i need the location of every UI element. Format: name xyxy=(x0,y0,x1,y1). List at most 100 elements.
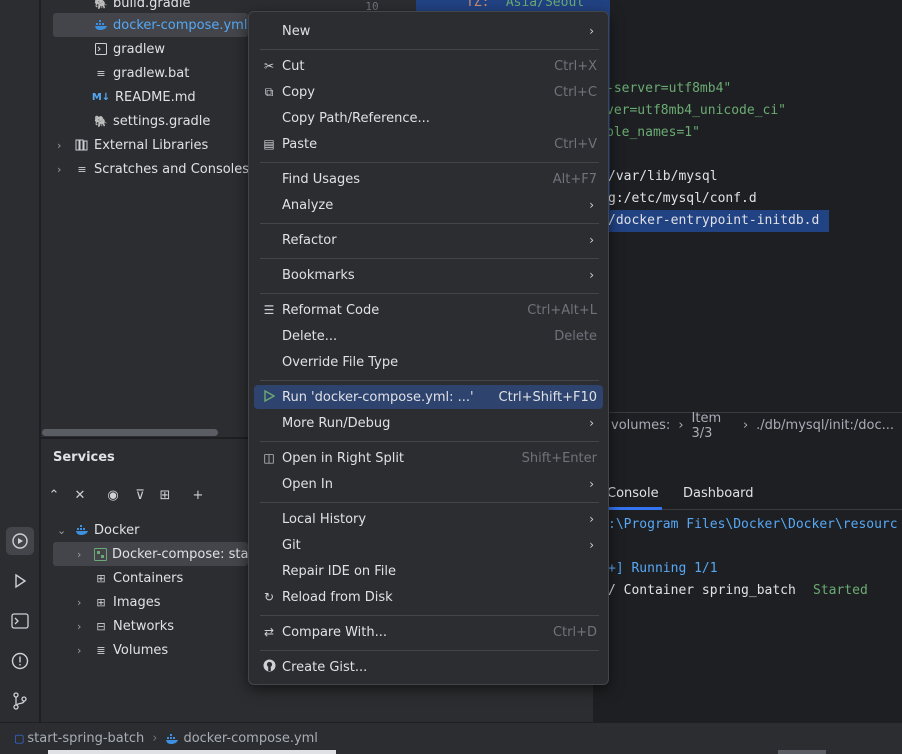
tree-item-docker-compose[interactable]: docker-compose.yml xyxy=(53,13,248,37)
compare-icon: ⇄ xyxy=(263,625,275,639)
chevron-right-icon: › xyxy=(589,233,594,247)
eye-icon[interactable]: ◉ xyxy=(102,484,124,506)
menu-item-open-right-split[interactable]: ◫ Open in Right Split Shift+Enter xyxy=(254,446,603,470)
horizontal-scrollbar[interactable] xyxy=(42,429,218,436)
tree-item-label: External Libraries xyxy=(94,137,209,153)
service-volumes[interactable]: ≣ Volumes xyxy=(94,638,168,662)
tree-item-label: build.gradle xyxy=(113,0,191,11)
menu-item-find-usages[interactable]: Find Usages Alt+F7 xyxy=(254,167,603,191)
menu-item-bookmarks[interactable]: Bookmarks › xyxy=(254,263,603,287)
code-string: ble_names=1" xyxy=(606,125,700,140)
menu-item-repair-ide[interactable]: Repair IDE on File xyxy=(254,559,603,583)
copy-icon: ⧉ xyxy=(264,84,274,99)
images-icon: ⊞ xyxy=(96,595,106,609)
menu-item-run[interactable]: Run 'docker-compose.yml: ...' Ctrl+Shift… xyxy=(254,385,603,409)
chevron-right-icon: › xyxy=(589,512,594,526)
chevron-right-icon[interactable]: › xyxy=(77,620,81,633)
chevron-right-icon[interactable]: › xyxy=(77,548,81,561)
menu-separator xyxy=(260,650,599,651)
menu-item-paste[interactable]: ▤ Paste Ctrl+V xyxy=(254,132,603,156)
menu-separator xyxy=(260,615,599,616)
chevron-right-icon[interactable]: › xyxy=(57,163,61,176)
breadcrumb-item[interactable]: Item 3/3 xyxy=(692,411,735,441)
menu-item-analyze[interactable]: Analyze › xyxy=(254,193,603,217)
text-file-icon: ≡ xyxy=(96,66,106,80)
tree-item-gradlew[interactable]: gradlew xyxy=(94,37,165,61)
menu-item-local-history[interactable]: Local History › xyxy=(254,507,603,531)
database-icon: ≣ xyxy=(96,643,106,657)
breadcrumb-item[interactable]: volumes: xyxy=(611,418,670,433)
menu-item-reload-from-disk[interactable]: ↻ Reload from Disk xyxy=(254,585,603,609)
menu-item-open-in[interactable]: Open In › xyxy=(254,472,603,496)
status-project[interactable]: start-spring-batch xyxy=(27,731,144,746)
chevron-right-icon[interactable]: › xyxy=(77,644,81,657)
menu-item-reformat-code[interactable]: ☰ Reformat Code Ctrl+Alt+L xyxy=(254,298,603,322)
menu-item-more-run-debug[interactable]: More Run/Debug › xyxy=(254,411,603,435)
menu-item-compare-with[interactable]: ⇄ Compare With... Ctrl+D xyxy=(254,620,603,644)
tree-item-label: docker-compose.yml xyxy=(113,17,248,33)
tree-item-scratches[interactable]: ≡ Scratches and Consoles xyxy=(75,157,249,181)
menu-item-override-file-type[interactable]: Override File Type xyxy=(254,350,603,374)
code-string: ver=utf8mb4_unicode_ci" xyxy=(606,103,787,118)
chevron-right-icon[interactable]: › xyxy=(77,596,81,609)
expand-all-icon[interactable]: ⌃ xyxy=(43,484,65,506)
run-icon xyxy=(261,389,277,405)
menu-separator xyxy=(260,223,599,224)
gradle-icon: 🐘 xyxy=(94,114,108,128)
tree-item-readme[interactable]: M↓ README.md xyxy=(92,85,196,109)
tree-item-settings-gradle[interactable]: 🐘 settings.gradle xyxy=(94,109,210,133)
menu-item-refactor[interactable]: Refactor › xyxy=(254,228,603,252)
problems-tool-icon[interactable] xyxy=(6,647,34,675)
code-string: -server=utf8mb4" xyxy=(606,81,732,96)
service-images[interactable]: ⊞ Images xyxy=(94,590,160,614)
menu-item-copy[interactable]: ⧉ Copy Ctrl+C xyxy=(254,80,603,104)
run-tool-icon[interactable] xyxy=(6,567,34,595)
reformat-icon: ☰ xyxy=(263,303,275,317)
tree-item-external-libraries[interactable]: External Libraries xyxy=(75,133,208,157)
menu-item-create-gist[interactable]: Create Gist... xyxy=(254,655,603,679)
service-containers[interactable]: ⊞ Containers xyxy=(94,566,183,590)
menu-item-delete[interactable]: Delete... Delete xyxy=(254,324,603,348)
gradle-icon: 🐘 xyxy=(94,0,108,10)
service-label: Docker xyxy=(94,522,140,538)
markdown-icon: M↓ xyxy=(91,91,111,103)
services-tool-icon[interactable] xyxy=(6,527,34,555)
breadcrumb-item[interactable]: ./db/mysql/init:/doc... xyxy=(756,418,894,433)
chevron-down-icon[interactable]: ⌄ xyxy=(57,524,66,537)
service-label: Docker-compose: star xyxy=(112,546,254,562)
menu-separator xyxy=(260,293,599,294)
split-icon: ◫ xyxy=(263,451,275,465)
terminal-file-icon xyxy=(94,42,108,56)
service-networks[interactable]: ⊟ Networks xyxy=(94,614,174,638)
service-docker[interactable]: Docker xyxy=(75,518,140,542)
network-icon: ⊟ xyxy=(96,619,106,633)
console-line: +] Running 1/1 xyxy=(608,561,718,576)
code-line: /var/lib/mysql xyxy=(608,169,718,184)
filter-icon[interactable]: ⊽ xyxy=(129,484,151,506)
chevron-right-icon[interactable]: › xyxy=(57,139,61,152)
tab-console[interactable]: Console xyxy=(607,486,659,501)
collapse-all-icon[interactable]: ✕ xyxy=(69,484,91,506)
tree-item-gradlew-bat[interactable]: ≡ gradlew.bat xyxy=(94,61,189,85)
menu-item-copy-path[interactable]: Copy Path/Reference... xyxy=(254,106,603,130)
breadcrumb-separator: › xyxy=(152,731,158,746)
console-tabs: Console Dashboard xyxy=(593,478,902,510)
menu-item-new[interactable]: New › xyxy=(254,19,603,43)
taskbar-strip xyxy=(48,750,336,754)
service-docker-compose[interactable]: Docker-compose: star xyxy=(53,542,254,566)
git-tool-icon[interactable] xyxy=(6,687,34,715)
tab-underline xyxy=(600,507,662,510)
code-line: g:/etc/mysql/conf.d xyxy=(608,191,757,206)
menu-item-git[interactable]: Git › xyxy=(254,533,603,557)
tree-item-label: gradlew.bat xyxy=(113,65,190,81)
context-menu: New › ✂ Cut Ctrl+X ⧉ Copy Ctrl+C Copy Pa… xyxy=(248,11,609,685)
new-group-icon[interactable]: ⊞ xyxy=(154,484,176,506)
add-service-icon[interactable]: + xyxy=(187,484,209,506)
taskbar-strip xyxy=(778,750,826,754)
tab-dashboard[interactable]: Dashboard xyxy=(683,486,754,501)
console-status: Started xyxy=(813,583,868,598)
service-label: Networks xyxy=(113,618,175,634)
status-file[interactable]: docker-compose.yml xyxy=(183,731,317,746)
menu-item-cut[interactable]: ✂ Cut Ctrl+X xyxy=(254,54,603,78)
terminal-tool-icon[interactable] xyxy=(6,607,34,635)
